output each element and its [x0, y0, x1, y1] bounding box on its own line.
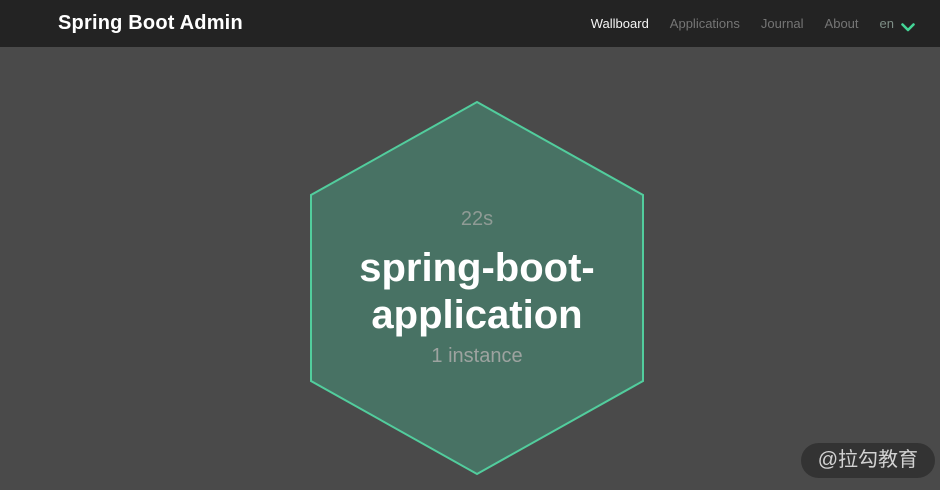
- chevron-down-icon: [901, 19, 915, 28]
- app-title[interactable]: Spring Boot Admin: [58, 12, 243, 35]
- wallboard: 22s spring-boot-application 1 instance @…: [0, 47, 940, 490]
- main-nav: Wallboard Applications Journal About en: [591, 0, 915, 47]
- locale-selector[interactable]: en: [880, 16, 915, 31]
- nav-item-journal[interactable]: Journal: [761, 0, 804, 47]
- hexagon-shape: [311, 102, 643, 474]
- nav-item-applications[interactable]: Applications: [670, 0, 740, 47]
- application-hexagon[interactable]: 22s spring-boot-application 1 instance: [309, 100, 645, 476]
- nav-item-about[interactable]: About: [825, 0, 859, 47]
- watermark-badge: @拉勾教育: [801, 443, 935, 478]
- locale-label: en: [880, 16, 894, 31]
- app-header: Spring Boot Admin Wallboard Applications…: [0, 0, 940, 47]
- nav-item-wallboard[interactable]: Wallboard: [591, 0, 649, 47]
